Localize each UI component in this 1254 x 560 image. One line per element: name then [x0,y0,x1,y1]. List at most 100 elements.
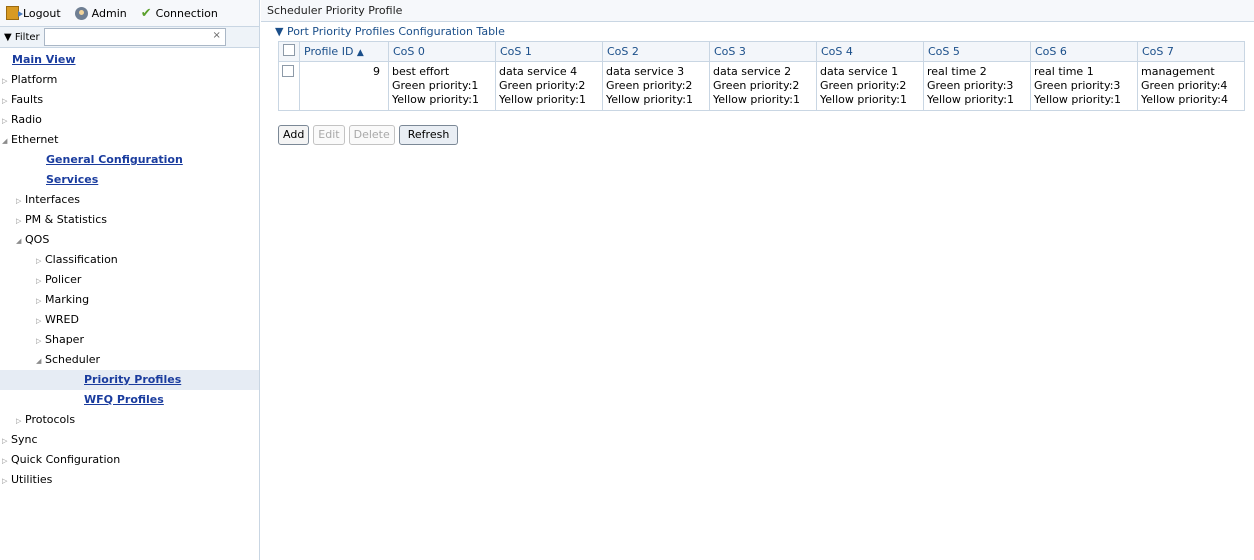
tree-item-label: Ethernet [11,133,59,146]
tree-item[interactable]: ▷ Protocols [0,410,259,430]
collapsed-arrow-icon[interactable]: ▷ [2,431,11,451]
cos-cell: best effort Green priority:1 Yellow priori… [388,61,496,111]
green-priority: Green priority:2 [606,79,693,92]
tree-item[interactable]: ▷ Faults [0,90,259,110]
cos-description: data service 2 [713,65,792,78]
filter-input[interactable]: × [43,28,226,46]
refresh-button[interactable]: Refresh [398,125,459,145]
tree-item[interactable]: ▷ Interfaces [0,190,259,210]
collapsed-arrow-icon[interactable]: ▷ [2,471,11,491]
cos-cell: real time 2 Green priority:3 Yellow priori… [923,61,1031,111]
app-window: Logout Admin ✔ Connection ▼ Filter × Mai… [0,0,1254,560]
collapsed-arrow-icon[interactable]: ▷ [36,251,45,271]
tree-item-label: WRED [45,313,79,326]
expanded-arrow-icon[interactable]: ◢ [36,351,45,371]
collapsed-arrow-icon[interactable]: ▷ [16,211,25,231]
column-header-label: CoS 3 [714,45,746,58]
tree-item-label: Faults [11,93,44,106]
collapsed-arrow-icon[interactable]: ▷ [36,271,45,291]
tree-item-label: Shaper [45,333,84,346]
cos-description: data service 3 [606,65,685,78]
green-priority: Green priority:3 [1034,79,1121,92]
table-row[interactable]: 9 best effort Green priority:1 Yellow prior… [278,61,1245,111]
expanded-arrow-icon[interactable]: ◢ [2,131,11,151]
collapsed-arrow-icon[interactable]: ▷ [16,411,25,431]
tree-item[interactable]: ◢ Scheduler [0,350,259,370]
sort-ascending-icon[interactable]: ▲ [357,48,364,58]
tree-item-label: Radio [11,113,42,126]
tree-item-label: Priority Profiles [84,373,182,386]
column-header[interactable]: CoS 3 [709,41,817,62]
collapsed-arrow-icon[interactable]: ▷ [16,191,25,211]
select-all-checkbox[interactable] [283,44,295,56]
cos-description: data service 4 [499,65,578,78]
tree-item[interactable]: ▷ Sync [0,430,259,450]
filter-row: ▼ Filter × [0,27,259,48]
tree-item[interactable]: ▷ Marking [0,290,259,310]
delete-button[interactable]: Delete [348,125,395,145]
tree-item[interactable]: General Configuration [0,150,259,170]
clear-filter-icon[interactable]: × [211,30,223,42]
cos-description: best effort [392,65,450,78]
priority-profiles-table: Profile ID ▲ CoS 0 CoS 1 CoS 2 CoS 3 CoS 4 CoS… [278,41,1245,111]
collapsed-arrow-icon[interactable]: ▷ [36,331,45,351]
tree-item[interactable]: ▷ Platform [0,70,259,90]
tree-item-label: Classification [45,253,118,266]
logout-icon [6,6,23,20]
tree-item[interactable]: Priority Profiles [0,370,259,390]
tree-item[interactable]: ▷ Utilities [0,470,259,490]
tree-item[interactable]: ▷ Quick Configuration [0,450,259,470]
tree-item-label: Quick Configuration [11,453,121,466]
column-header[interactable]: CoS 4 [816,41,924,62]
check-icon: ✔ [140,5,152,21]
yellow-priority: Yellow priority:1 [820,93,907,106]
column-header[interactable]: CoS 1 [495,41,603,62]
logout-button[interactable]: Logout [6,6,61,20]
edit-button[interactable]: Edit [313,125,345,145]
yellow-priority: Yellow priority:1 [392,93,479,106]
green-priority: Green priority:4 [1141,79,1228,92]
row-checkbox[interactable] [282,65,294,77]
admin-button[interactable]: Admin [74,6,127,20]
tree-item[interactable]: Services [0,170,259,190]
tree-item[interactable]: ▷ WRED [0,310,259,330]
admin-user-icon [74,6,88,20]
cos-cell: data service 4 Green priority:2 Yellow pri… [495,61,603,111]
column-header[interactable]: CoS 5 [923,41,1031,62]
tree-item-label: Services [46,173,99,186]
tree-item[interactable]: ▷ Classification [0,250,259,270]
column-header[interactable]: CoS 7 [1137,41,1245,62]
admin-label: Admin [91,6,127,20]
tree-item[interactable]: ▷ Policer [0,270,259,290]
tree-item[interactable]: Main View [0,50,259,70]
collapsed-arrow-icon[interactable]: ▷ [2,71,11,91]
collapsed-arrow-icon[interactable]: ▷ [36,311,45,331]
cos-description: real time 1 [1034,65,1094,78]
collapsed-arrow-icon[interactable]: ▷ [2,451,11,471]
cos-description: real time 2 [927,65,987,78]
tree-item[interactable]: WFQ Profiles [0,390,259,410]
column-header-label: CoS 4 [821,45,853,58]
tree-item[interactable]: ▷ Radio [0,110,259,130]
section-header[interactable]: ▼ Port Priority Profiles Configuration T… [261,22,1254,41]
collapsed-arrow-icon[interactable]: ▷ [2,111,11,131]
tree-item[interactable]: ▷ Shaper [0,330,259,350]
tree-item[interactable]: ◢ Ethernet [0,130,259,150]
collapsed-arrow-icon[interactable]: ▷ [2,91,11,111]
profile-id-cell: 9 [299,61,389,111]
expanded-arrow-icon[interactable]: ◢ [16,231,25,251]
cos-cell: data service 1 Green priority:2 Yellow pri… [816,61,924,111]
tree-item[interactable]: ▷ PM & Statistics [0,210,259,230]
column-header-label: CoS 6 [1035,45,1067,58]
filter-label[interactable]: ▼ Filter [4,32,40,43]
column-header[interactable]: Profile ID ▲ [299,41,389,62]
connection-status[interactable]: ✔ Connection [141,6,218,21]
collapsed-arrow-icon[interactable]: ▷ [36,291,45,311]
column-header[interactable]: CoS 2 [602,41,710,62]
navigation-tree: Main View ▷ Platform ▷ Faults ▷ Radio ◢ Ethernet… [0,48,259,490]
add-button[interactable]: Add [278,125,310,145]
column-header[interactable]: CoS 0 [388,41,496,62]
column-header[interactable]: CoS 6 [1030,41,1138,62]
row-select-cell [278,61,300,111]
tree-item[interactable]: ◢ QOS [0,230,259,250]
